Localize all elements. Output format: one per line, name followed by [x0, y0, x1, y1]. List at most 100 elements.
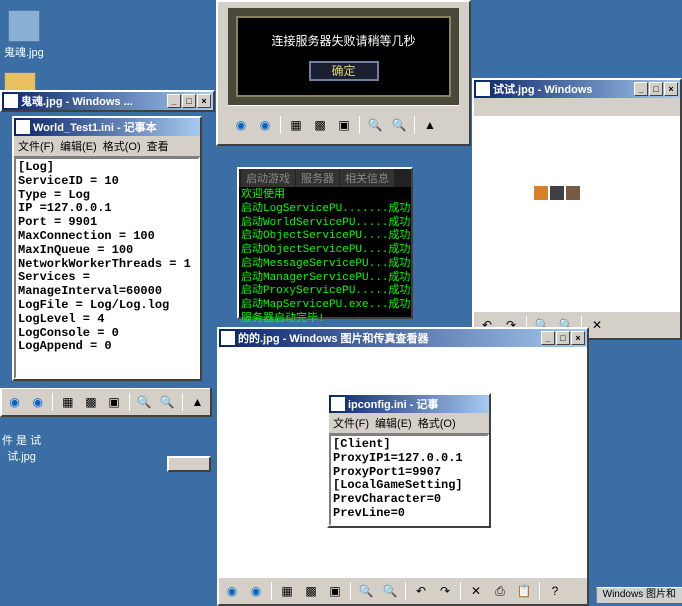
image-canvas: [474, 116, 680, 311]
separator: [350, 582, 351, 600]
prev-button[interactable]: ◉: [223, 582, 241, 600]
taskbar-fragment[interactable]: Windows 图片和: [596, 587, 682, 603]
copy-icon[interactable]: 📋: [515, 582, 533, 600]
ok-button[interactable]: 确定: [309, 61, 379, 81]
console-tabs: 启动游戏 服务器 相关信息: [239, 169, 411, 187]
tab-info[interactable]: 相关信息: [340, 169, 394, 187]
separator: [52, 393, 53, 411]
fit-icon[interactable]: ▦: [59, 393, 76, 411]
image-thumbnail-icon: [8, 10, 40, 42]
photoviewer-window-3[interactable]: 的的.jpg - Windows 图片和传真查看器 _ □ × ipconfig…: [217, 327, 589, 606]
slideshow-icon[interactable]: ▣: [335, 116, 353, 134]
rotate-left-icon[interactable]: ↶: [412, 582, 430, 600]
notepad-icon: [16, 120, 30, 134]
text-content[interactable]: [Log] ServiceID = 10 Type = Log IP =127.…: [14, 157, 200, 379]
menu-file[interactable]: 文件(F): [18, 138, 54, 154]
next-button[interactable]: ◉: [29, 393, 46, 411]
zoom-out-icon[interactable]: 🔍: [159, 393, 176, 411]
maximize-button[interactable]: □: [182, 94, 196, 108]
separator: [460, 582, 461, 600]
app-icon: [4, 94, 18, 108]
menu-format[interactable]: 格式(O): [103, 138, 141, 154]
save-icon[interactable]: ▲: [421, 116, 439, 134]
photoviewer1-toolbar-window: ◉ ◉ ▦ ▩ ▣ 🔍 🔍 ▲: [0, 388, 212, 417]
game-connection-dialog: 连接服务器失败请稍等几秒 确定: [228, 8, 459, 105]
separator: [271, 582, 272, 600]
desktop-icon-ghost[interactable]: 鬼魂.jpg: [4, 10, 44, 60]
titlebar[interactable]: 鬼魂.jpg - Windows ... _ □ ×: [2, 92, 213, 110]
separator: [405, 582, 406, 600]
save-icon[interactable]: ▲: [189, 393, 206, 411]
fit-icon[interactable]: ▦: [278, 582, 296, 600]
actual-icon[interactable]: ▩: [311, 116, 329, 134]
next-button[interactable]: ◉: [247, 582, 265, 600]
desktop-icon-test[interactable]: 件 是 试 试.jpg: [2, 432, 41, 464]
zoom-out-icon[interactable]: 🔍: [390, 116, 408, 134]
separator: [280, 116, 281, 134]
delete-icon[interactable]: ✕: [467, 582, 485, 600]
close-button[interactable]: ×: [571, 331, 585, 345]
notepad-window-2[interactable]: ipconfig.ini - 记事 文件(F) 编辑(E) 格式(O) [Cli…: [327, 393, 491, 528]
close-button[interactable]: ×: [664, 82, 678, 96]
zoom-in-icon[interactable]: 🔍: [136, 393, 153, 411]
dialog-message: 连接服务器失败请稍等几秒: [246, 32, 441, 49]
taskbar-label: Windows 图片和: [603, 589, 676, 600]
actual-icon[interactable]: ▩: [82, 393, 99, 411]
minimize-button[interactable]: _: [634, 82, 648, 96]
close-button[interactable]: ×: [197, 94, 211, 108]
game-viewer-window[interactable]: 连接服务器失败请稍等几秒 确定 ◉ ◉ ▦ ▩ ▣ 🔍 🔍 ▲: [216, 0, 471, 146]
photoviewer-window-1[interactable]: 鬼魂.jpg - Windows ... _ □ ×: [0, 90, 215, 112]
prev-button[interactable]: ◉: [232, 116, 250, 134]
titlebar[interactable]: ipconfig.ini - 记事: [329, 395, 489, 413]
fit-icon[interactable]: ▦: [287, 116, 305, 134]
separator: [129, 393, 130, 411]
delete-icon[interactable]: ✕: [588, 316, 606, 334]
app-icon: [476, 82, 490, 96]
notepad-icon: [331, 397, 345, 411]
rotate-right-icon[interactable]: ↷: [436, 582, 454, 600]
actual-icon[interactable]: ▩: [302, 582, 320, 600]
slideshow-icon[interactable]: ▣: [326, 582, 344, 600]
desktop-icon-label: 鬼魂.jpg: [4, 44, 44, 60]
separator: [539, 582, 540, 600]
toolbar: ◉ ◉ ▦ ▩ ▣ 🔍 🔍 ↶ ↷ ✕ ⎙ 📋 ?: [219, 577, 587, 604]
menubar: 文件(F) 编辑(E) 格式(O): [329, 413, 489, 434]
separator: [359, 116, 360, 134]
toolbar: ◉ ◉ ▦ ▩ ▣ 🔍 🔍 ▲: [228, 105, 459, 138]
menu-file[interactable]: 文件(F): [333, 415, 369, 431]
titlebar[interactable]: World_Test1.ini - 记事本: [14, 118, 200, 136]
image-content: [534, 186, 580, 200]
tab-launch[interactable]: 启动游戏: [241, 169, 295, 187]
titlebar[interactable]: 试试.jpg - Windows _ □ ×: [474, 80, 680, 98]
image-canvas: ipconfig.ini - 记事 文件(F) 编辑(E) 格式(O) [Cli…: [219, 347, 587, 577]
menu-edit[interactable]: 编辑(E): [60, 138, 97, 154]
menubar: 文件(F) 编辑(E) 格式(O) 查看: [14, 136, 200, 157]
menu-format[interactable]: 格式(O): [418, 415, 456, 431]
minimize-button[interactable]: _: [167, 94, 181, 108]
window-title: 鬼魂.jpg - Windows ...: [21, 93, 167, 109]
prev-button[interactable]: ◉: [6, 393, 23, 411]
separator: [414, 116, 415, 134]
notepad-window-1[interactable]: World_Test1.ini - 记事本 文件(F) 编辑(E) 格式(O) …: [12, 116, 202, 381]
zoom-in-icon[interactable]: 🔍: [366, 116, 384, 134]
slideshow-icon[interactable]: ▣: [106, 393, 123, 411]
titlebar[interactable]: 的的.jpg - Windows 图片和传真查看器 _ □ ×: [219, 329, 587, 347]
maximize-button[interactable]: □: [649, 82, 663, 96]
print-icon[interactable]: ⎙: [491, 582, 509, 600]
toolbar: ◉ ◉ ▦ ▩ ▣ 🔍 🔍 ▲: [2, 388, 210, 415]
next-button[interactable]: ◉: [256, 116, 274, 134]
menubar-placeholder: [474, 98, 680, 116]
menu-edit[interactable]: 编辑(E): [375, 415, 412, 431]
separator: [182, 393, 183, 411]
maximize-button[interactable]: □: [556, 331, 570, 345]
help-icon[interactable]: ?: [546, 582, 564, 600]
menu-view[interactable]: 查看: [147, 138, 169, 154]
window-title: World_Test1.ini - 记事本: [33, 119, 198, 135]
zoom-out-icon[interactable]: 🔍: [381, 582, 399, 600]
zoom-in-icon[interactable]: 🔍: [357, 582, 375, 600]
tab-server[interactable]: 服务器: [296, 169, 339, 187]
photoviewer-window-2[interactable]: 试试.jpg - Windows _ □ × ↶ ↷ 🔍 🔍 ✕: [472, 78, 682, 340]
minimize-button[interactable]: _: [541, 331, 555, 345]
text-content[interactable]: [Client] ProxyIP1=127.0.0.1 ProxyPort1=9…: [329, 434, 489, 526]
server-console-window[interactable]: 启动游戏 服务器 相关信息 欢迎使用 启动LogServicePU.......…: [237, 167, 413, 319]
